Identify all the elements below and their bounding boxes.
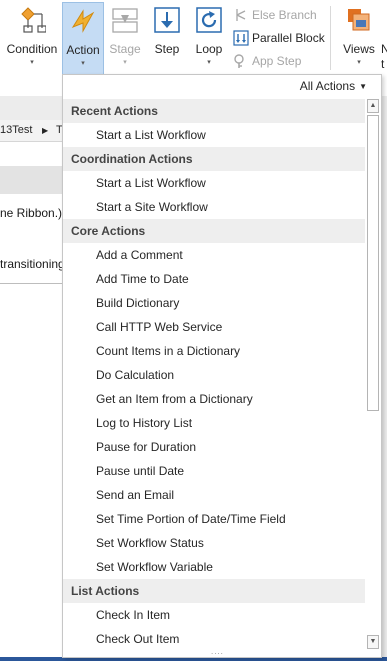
scroll-up-arrow-icon[interactable]: ▲ bbox=[367, 99, 379, 113]
scroll-down-arrow-icon[interactable]: ▼ bbox=[367, 635, 379, 649]
app-step-icon bbox=[233, 53, 249, 69]
views-icon bbox=[345, 6, 373, 34]
vertical-scrollbar[interactable]: ▲ ▼ bbox=[365, 99, 381, 649]
scrollbar-thumb[interactable] bbox=[367, 115, 379, 411]
menu-item[interactable]: Call HTTP Web Service bbox=[63, 315, 365, 339]
chevron-down-icon: ▾ bbox=[123, 59, 127, 66]
transition-text: transitioning bbox=[0, 257, 65, 271]
app-step-label: App Step bbox=[252, 54, 302, 68]
category-list-actions: List Actions bbox=[63, 579, 365, 603]
menu-item[interactable]: Add a Comment bbox=[63, 243, 365, 267]
parallel-block-icon bbox=[233, 30, 249, 46]
menu-item[interactable]: Start a List Workflow bbox=[63, 123, 365, 147]
category-recent-actions: Recent Actions bbox=[63, 99, 365, 123]
menu-item[interactable]: Pause for Duration bbox=[63, 435, 365, 459]
parallel-block-label: Parallel Block bbox=[252, 31, 325, 45]
condition-label: Condition bbox=[6, 42, 58, 56]
menu-item[interactable]: Log to History List bbox=[63, 411, 365, 435]
action-label: Action bbox=[66, 43, 100, 57]
step-icon bbox=[153, 6, 181, 34]
menu-item[interactable]: Build Dictionary bbox=[63, 291, 365, 315]
menu-item[interactable]: Check Out Item bbox=[63, 627, 365, 647]
menu-item[interactable]: Do Calculation bbox=[63, 363, 365, 387]
menu-item[interactable]: Get an Item from a Dictionary bbox=[63, 387, 365, 411]
menu-item[interactable]: Pause until Date bbox=[63, 459, 365, 483]
action-filter-label: All Actions bbox=[299, 79, 356, 93]
menu-item[interactable]: Set Workflow Variable bbox=[63, 555, 365, 579]
action-filter-dropdown[interactable]: All Actions ▼ bbox=[300, 79, 367, 97]
chevron-down-icon: ▾ bbox=[207, 59, 211, 66]
category-coordination-actions: Coordination Actions bbox=[63, 147, 365, 171]
truncated-ribbon-label-2: t bbox=[381, 57, 385, 71]
menu-item[interactable]: Start a Site Workflow bbox=[63, 195, 365, 219]
step-button[interactable]: Step bbox=[147, 2, 187, 74]
condition-button[interactable]: Condition ▾ bbox=[0, 2, 64, 74]
loop-label: Loop bbox=[195, 42, 223, 56]
ribbon-separator bbox=[330, 6, 331, 70]
stage-button[interactable]: Stage ▾ bbox=[104, 2, 146, 74]
category-core-actions: Core Actions bbox=[63, 219, 365, 243]
action-dropdown-menu: All Actions ▼ Recent Actions Start a List… bbox=[62, 74, 382, 658]
else-branch-icon bbox=[233, 7, 249, 23]
action-list: Recent Actions Start a List Workflow Coo… bbox=[63, 99, 365, 647]
menu-item[interactable]: Set Workflow Status bbox=[63, 531, 365, 555]
chevron-down-icon: ▾ bbox=[30, 59, 34, 66]
loop-button[interactable]: Loop ▾ bbox=[189, 2, 229, 74]
lightning-icon bbox=[69, 7, 97, 35]
else-branch-label: Else Branch bbox=[252, 8, 317, 22]
menu-item[interactable]: Set Time Portion of Date/Time Field bbox=[63, 507, 365, 531]
menu-item[interactable]: Count Items in a Dictionary bbox=[63, 339, 365, 363]
condition-icon bbox=[18, 6, 47, 34]
menu-item[interactable]: Add Time to Date bbox=[63, 267, 365, 291]
stage-label: Stage bbox=[109, 42, 141, 56]
truncated-ribbon-label: N bbox=[381, 42, 387, 56]
menu-item[interactable]: Start a List Workflow bbox=[63, 171, 365, 195]
stage-icon bbox=[111, 6, 139, 34]
divider bbox=[0, 283, 64, 284]
breadcrumb-item[interactable]: 13Test bbox=[0, 124, 32, 136]
menu-item[interactable]: Send an Email bbox=[63, 483, 365, 507]
views-button[interactable]: Views ▾ bbox=[338, 2, 380, 74]
resize-grip-icon[interactable]: .... bbox=[211, 647, 224, 656]
chevron-down-icon: ▾ bbox=[81, 60, 85, 67]
loop-icon bbox=[195, 6, 223, 34]
designer-hint-text: ne Ribbon.) bbox=[0, 206, 63, 220]
action-button[interactable]: Action ▾ bbox=[62, 2, 104, 76]
chevron-down-icon: ▾ bbox=[357, 59, 361, 66]
caret-down-icon: ▼ bbox=[359, 82, 367, 91]
views-label: Views bbox=[343, 42, 375, 56]
breadcrumb-separator-icon: ▶ bbox=[42, 126, 49, 135]
step-label: Step bbox=[154, 42, 180, 56]
menu-item[interactable]: Check In Item bbox=[63, 603, 365, 627]
